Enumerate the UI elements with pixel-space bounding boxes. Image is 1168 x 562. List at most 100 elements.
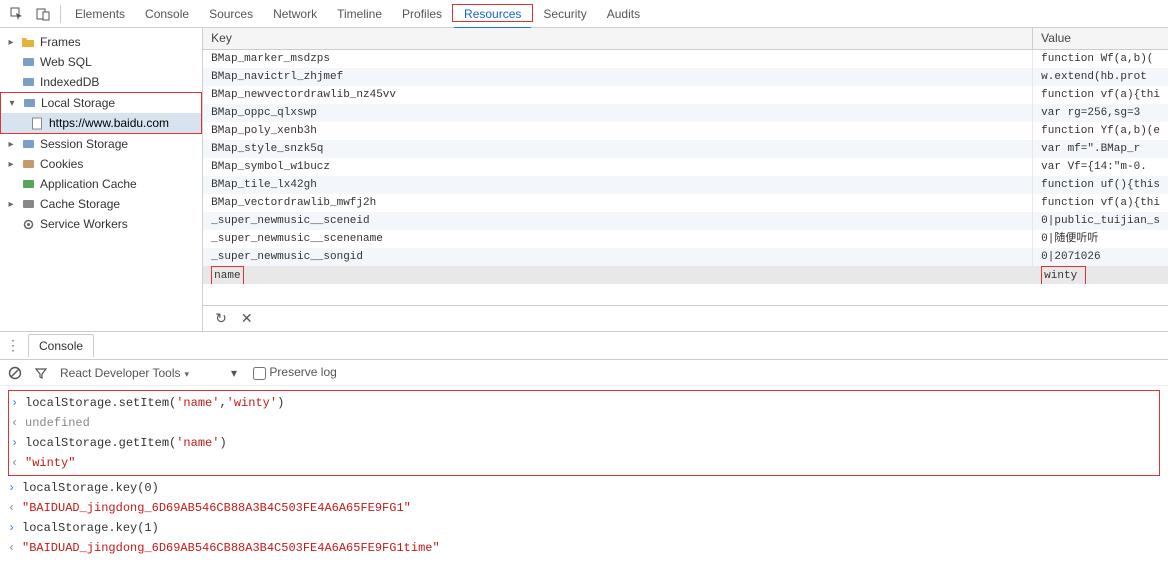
tab-sources[interactable]: Sources <box>199 1 263 27</box>
cell-value[interactable]: var rg=256,sg=3 <box>1033 104 1168 122</box>
table-row[interactable]: BMap_tile_lx42ghfunction uf(){this <box>203 176 1168 194</box>
cell-value[interactable]: var Vf={14:"m-0. <box>1033 158 1168 176</box>
cell-key[interactable]: BMap_newvectordrawlib_nz45vv <box>203 86 1033 104</box>
cell-value[interactable]: winty <box>1033 266 1168 284</box>
console-input-line[interactable]: ›localStorage.key(1) <box>8 518 1160 538</box>
filter-icon[interactable] <box>34 366 48 380</box>
gear-icon <box>20 217 36 231</box>
cell-key[interactable]: BMap_navictrl_zhjmef <box>203 68 1033 86</box>
tab-profiles[interactable]: Profiles <box>392 1 452 27</box>
cell-key[interactable]: _super_newmusic__sceneid <box>203 212 1033 230</box>
console-input-line[interactable]: ›localStorage.setItem('name','winty') <box>11 393 1157 413</box>
cell-key[interactable]: BMap_vectordrawlib_mwfj2h <box>203 194 1033 212</box>
drawer-tabbar: ⋮ Console <box>0 332 1168 360</box>
cell-value[interactable]: 0|随便听听 <box>1033 230 1168 248</box>
table-row[interactable]: BMap_style_snzk5qvar mf=".BMap_r <box>203 140 1168 158</box>
console-output-line[interactable]: ‹"winty" <box>11 453 1157 473</box>
table-row[interactable]: BMap_navictrl_zhjmefw.extend(hb.prot <box>203 68 1168 86</box>
cache-icon <box>20 197 36 211</box>
cell-value[interactable]: 0|2071026 <box>1033 248 1168 266</box>
cell-key[interactable]: BMap_poly_xenb3h <box>203 122 1033 140</box>
delete-icon[interactable]: ✕ <box>241 310 253 327</box>
column-value[interactable]: Value <box>1033 28 1168 49</box>
tab-console[interactable]: Console <box>135 1 199 27</box>
sidebar-item-indexeddb[interactable]: IndexedDB <box>0 72 202 92</box>
cell-value[interactable]: function Wf(a,b)( <box>1033 50 1168 68</box>
cell-key[interactable]: BMap_symbol_w1bucz <box>203 158 1033 176</box>
tab-resources[interactable]: Resources <box>454 1 531 29</box>
preserve-log-toggle[interactable]: Preserve log <box>253 365 337 379</box>
sidebar-item-web-sql[interactable]: Web SQL <box>0 52 202 72</box>
console-output-line[interactable]: ‹"BAIDUAD_jingdong_6D69AB546CB88A3B4C503… <box>8 498 1160 518</box>
cell-value[interactable]: function vf(a){thi <box>1033 86 1168 104</box>
table-row[interactable]: _super_newmusic__scenename0|随便听听 <box>203 230 1168 248</box>
separator <box>60 5 61 23</box>
sidebar-origin[interactable]: https://www.baidu.com <box>1 113 201 133</box>
devtools-tabbar: ElementsConsoleSourcesNetworkTimelinePro… <box>0 0 1168 28</box>
cookie-icon <box>20 157 36 171</box>
column-key[interactable]: Key <box>203 28 1033 49</box>
table-row[interactable]: BMap_marker_msdzpsfunction Wf(a,b)( <box>203 50 1168 68</box>
drawer-menu-icon[interactable]: ⋮ <box>6 337 20 354</box>
sidebar-item-frames[interactable]: ▸Frames <box>0 32 202 52</box>
grid-toolbar: ↻ ✕ <box>203 305 1168 331</box>
table-row[interactable]: _super_newmusic__sceneid0|public_tuijian… <box>203 212 1168 230</box>
cell-key[interactable]: _super_newmusic__songid <box>203 248 1033 266</box>
db-icon <box>20 75 36 89</box>
cell-key[interactable]: BMap_tile_lx42gh <box>203 176 1033 194</box>
console-output-line[interactable]: ‹"BAIDUAD_jingdong_6D69AB546CB88A3B4C503… <box>8 538 1160 558</box>
folder-icon <box>20 35 36 49</box>
tab-network[interactable]: Network <box>263 1 327 27</box>
refresh-icon[interactable]: ↻ <box>215 310 227 327</box>
cell-key[interactable]: BMap_marker_msdzps <box>203 50 1033 68</box>
cell-key[interactable]: BMap_style_snzk5q <box>203 140 1033 158</box>
console-input-line[interactable]: ›localStorage.key(0) <box>8 478 1160 498</box>
cell-value[interactable]: function vf(a){thi <box>1033 194 1168 212</box>
cell-value[interactable]: w.extend(hb.prot <box>1033 68 1168 86</box>
context-dropdown[interactable]: React Developer Tools <box>60 366 189 380</box>
storage-icon <box>21 96 37 110</box>
table-row[interactable]: BMap_vectordrawlib_mwfj2hfunction vf(a){… <box>203 194 1168 212</box>
sidebar-item-cache-storage[interactable]: ▸Cache Storage <box>0 194 202 214</box>
storage-icon <box>20 137 36 151</box>
table-row[interactable]: BMap_oppc_qlxswpvar rg=256,sg=3 <box>203 104 1168 122</box>
grid-body: BMap_marker_msdzpsfunction Wf(a,b)(BMap_… <box>203 50 1168 305</box>
inspect-icon[interactable] <box>4 3 30 25</box>
table-row[interactable]: BMap_symbol_w1buczvar Vf={14:"m-0. <box>203 158 1168 176</box>
table-row[interactable]: BMap_newvectordrawlib_nz45vvfunction vf(… <box>203 86 1168 104</box>
cell-value[interactable]: var mf=".BMap_r <box>1033 140 1168 158</box>
cell-key[interactable]: name <box>203 266 1033 284</box>
console-toolbar: React Developer Tools ▾ Preserve log <box>0 360 1168 386</box>
console-output-line[interactable]: ‹undefined <box>11 413 1157 433</box>
tab-security[interactable]: Security <box>533 1 596 27</box>
console-input-line[interactable]: ›localStorage.getItem('name') <box>11 433 1157 453</box>
resources-panel: ▸FramesWeb SQLIndexedDB▾Local Storagehtt… <box>0 28 1168 332</box>
cell-key[interactable]: _super_newmusic__scenename <box>203 230 1033 248</box>
tab-elements[interactable]: Elements <box>65 1 135 27</box>
db-icon <box>20 55 36 69</box>
cell-key[interactable]: BMap_oppc_qlxswp <box>203 104 1033 122</box>
cell-value[interactable]: 0|public_tuijian_s <box>1033 212 1168 230</box>
table-row[interactable]: BMap_poly_xenb3hfunction Yf(a,b)(e <box>203 122 1168 140</box>
sidebar-item-cookies[interactable]: ▸Cookies <box>0 154 202 174</box>
clear-console-icon[interactable] <box>8 366 22 380</box>
storage-grid: Key Value BMap_marker_msdzpsfunction Wf(… <box>203 28 1168 331</box>
log-level-dropdown[interactable]: ▾ <box>231 366 237 380</box>
tab-audits[interactable]: Audits <box>597 1 650 27</box>
table-row[interactable]: namewinty <box>203 266 1168 284</box>
cell-value[interactable]: function uf(){this <box>1033 176 1168 194</box>
appcache-icon <box>20 177 36 191</box>
tab-console[interactable]: Console <box>28 334 94 357</box>
table-row[interactable]: _super_newmusic__songid0|2071026 <box>203 248 1168 266</box>
device-mode-icon[interactable] <box>30 3 56 25</box>
sidebar-item-application-cache[interactable]: Application Cache <box>0 174 202 194</box>
sidebar-item-service-workers[interactable]: Service Workers <box>0 214 202 234</box>
cell-value[interactable]: function Yf(a,b)(e <box>1033 122 1168 140</box>
sidebar-item-local-storage[interactable]: ▾Local Storage <box>1 93 201 113</box>
sidebar-item-session-storage[interactable]: ▸Session Storage <box>0 134 202 154</box>
tab-timeline[interactable]: Timeline <box>327 1 392 27</box>
console-output: ›localStorage.setItem('name','winty')‹un… <box>0 386 1168 562</box>
grid-header: Key Value <box>203 28 1168 50</box>
resources-sidebar: ▸FramesWeb SQLIndexedDB▾Local Storagehtt… <box>0 28 203 331</box>
file-icon <box>29 116 45 130</box>
